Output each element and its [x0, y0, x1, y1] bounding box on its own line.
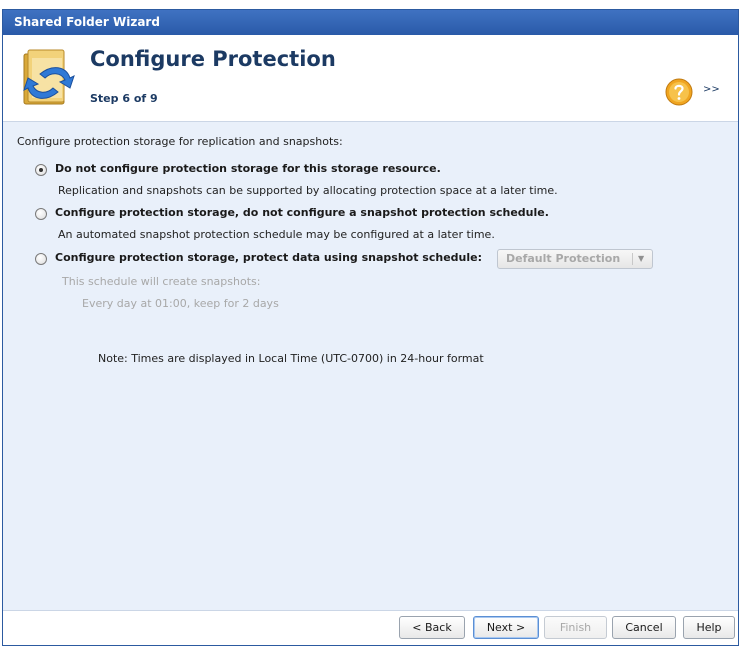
timezone-note: Note: Times are displayed in Local Time … — [98, 352, 484, 365]
help-button[interactable]: Help — [683, 616, 735, 639]
option-protection-no-schedule-description: An automated snapshot protection schedul… — [58, 228, 495, 241]
option-no-protection-description: Replication and snapshots can be support… — [58, 184, 558, 197]
intro-text: Configure protection storage for replica… — [17, 135, 343, 148]
step-indicator: Step 6 of 9 — [90, 92, 158, 105]
option-protection-with-schedule-label[interactable]: Configure protection storage, protect da… — [55, 251, 482, 264]
schedule-select[interactable]: Default Protection ▼ — [497, 249, 653, 269]
back-button[interactable]: < Back — [399, 616, 465, 639]
radio-protection-with-schedule[interactable] — [35, 253, 47, 265]
select-divider — [632, 253, 633, 265]
wizard-body: Configure protection storage for replica… — [3, 122, 738, 611]
wizard-header: Configure Protection Step 6 of 9 >> — [3, 35, 738, 122]
radio-no-protection[interactable] — [35, 164, 47, 176]
option-protection-no-schedule-label[interactable]: Configure protection storage, do not con… — [55, 206, 549, 219]
help-icon[interactable] — [665, 78, 693, 106]
cancel-button[interactable]: Cancel — [612, 616, 676, 639]
option-no-protection-label[interactable]: Do not configure protection storage for … — [55, 162, 441, 175]
expand-more-link[interactable]: >> — [703, 84, 720, 95]
wizard-footer: < Back Next > Finish Cancel Help — [3, 611, 738, 645]
schedule-select-value: Default Protection — [506, 252, 621, 265]
window-titlebar: Shared Folder Wizard — [3, 10, 738, 35]
chevron-down-icon: ▼ — [638, 254, 645, 263]
wizard-window: Shared Folder Wizard Configure Protectio… — [2, 9, 739, 646]
page-title: Configure Protection — [90, 47, 336, 71]
next-button[interactable]: Next > — [473, 616, 539, 639]
finish-button[interactable]: Finish — [544, 616, 607, 639]
schedule-detail-text: Every day at 01:00, keep for 2 days — [82, 297, 279, 310]
radio-selected-dot — [39, 168, 43, 172]
radio-protection-no-schedule[interactable] — [35, 208, 47, 220]
shared-folder-icon — [23, 49, 75, 105]
schedule-intro-text: This schedule will create snapshots: — [62, 275, 261, 288]
